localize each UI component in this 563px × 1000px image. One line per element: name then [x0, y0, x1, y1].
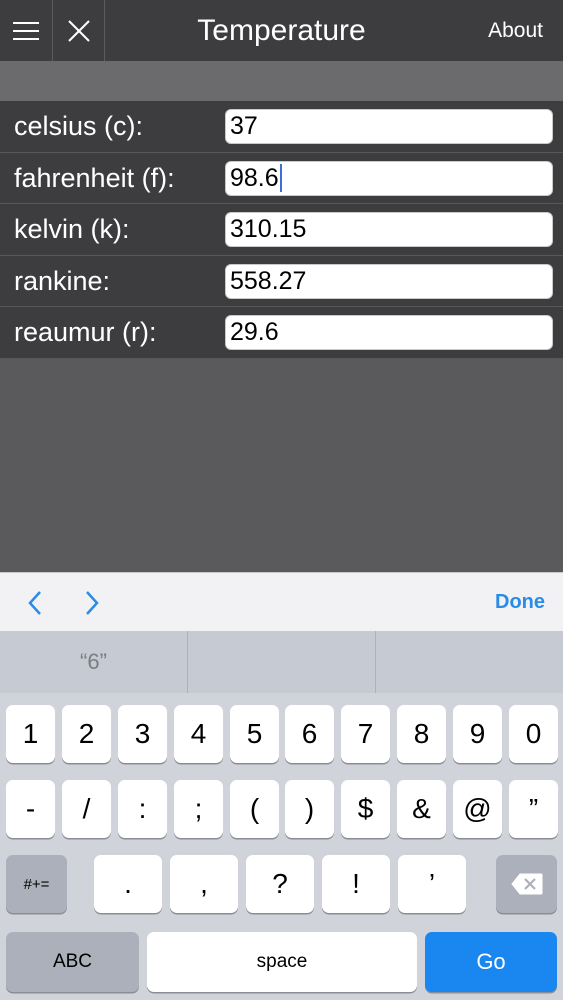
reaumur-input[interactable]: 29.6: [225, 315, 553, 351]
key-colon[interactable]: :: [118, 780, 167, 838]
text-caret: [279, 164, 282, 193]
key-0[interactable]: 0: [509, 705, 558, 763]
numeric-keyboard: 1 2 3 4 5 6 7 8 9 0 - / : ; ( ) $ & @ ” …: [0, 693, 563, 1000]
backspace-key[interactable]: [496, 855, 557, 913]
key-9[interactable]: 9: [453, 705, 502, 763]
chevron-left-icon: [28, 590, 41, 615]
celsius-value: 37: [230, 112, 258, 140]
key-hyphen[interactable]: -: [6, 780, 55, 838]
previous-field-button[interactable]: [15, 573, 55, 632]
key-dollar[interactable]: $: [341, 780, 390, 838]
key-exclamation[interactable]: !: [322, 855, 390, 913]
conversion-list: celsius (c): 37 fahrenheit (f): 98.6 kel…: [0, 101, 563, 359]
key-4[interactable]: 4: [174, 705, 223, 763]
key-ampersand[interactable]: &: [397, 780, 446, 838]
next-field-button[interactable]: [72, 573, 112, 632]
kelvin-input[interactable]: 310.15: [225, 212, 553, 248]
about-button[interactable]: About: [488, 0, 543, 61]
chevron-right-icon: [86, 590, 99, 615]
rankine-input[interactable]: 558.27: [225, 263, 553, 299]
close-x-icon: [67, 19, 90, 42]
row-reaumur: reaumur (r): 29.6: [0, 307, 563, 359]
key-at[interactable]: @: [453, 780, 502, 838]
fahrenheit-value: 98.6: [230, 163, 279, 192]
subheader-bar: [0, 61, 563, 101]
key-comma[interactable]: ,: [170, 855, 238, 913]
menu-button[interactable]: [0, 0, 53, 61]
key-quote[interactable]: ”: [509, 780, 558, 838]
key-1[interactable]: 1: [6, 705, 55, 763]
suggestion-bar: “6”: [0, 631, 563, 693]
key-close-paren[interactable]: ): [285, 780, 334, 838]
key-open-paren[interactable]: (: [230, 780, 279, 838]
suggestion-1[interactable]: “6”: [0, 631, 187, 693]
fahrenheit-label: fahrenheit (f):: [14, 162, 175, 193]
space-key[interactable]: space: [147, 932, 417, 992]
key-8[interactable]: 8: [397, 705, 446, 763]
row-kelvin: kelvin (k): 310.15: [0, 204, 563, 256]
done-button[interactable]: Done: [495, 573, 545, 632]
go-key[interactable]: Go: [425, 932, 557, 992]
key-6[interactable]: 6: [285, 705, 334, 763]
key-2[interactable]: 2: [62, 705, 111, 763]
celsius-input[interactable]: 37: [225, 109, 553, 144]
page-title: Temperature: [197, 13, 366, 47]
abc-key[interactable]: ABC: [6, 932, 139, 992]
key-3[interactable]: 3: [118, 705, 167, 763]
celsius-label: celsius (c):: [14, 111, 144, 141]
fahrenheit-input[interactable]: 98.6: [225, 160, 553, 196]
keyboard-accessory-bar: Done: [0, 572, 563, 631]
rankine-label: rankine:: [14, 265, 111, 296]
reaumur-label: reaumur (r):: [14, 317, 157, 348]
key-slash[interactable]: /: [62, 780, 111, 838]
key-semicolon[interactable]: ;: [174, 780, 223, 838]
navbar: Temperature About: [0, 0, 563, 61]
row-celsius: celsius (c): 37: [0, 101, 563, 153]
row-rankine: rankine: 558.27: [0, 255, 563, 308]
row-fahrenheit: fahrenheit (f): 98.6: [0, 152, 563, 205]
rankine-value: 558.27: [230, 266, 307, 295]
close-button[interactable]: [53, 0, 105, 61]
backspace-icon: [510, 873, 542, 895]
key-period[interactable]: .: [94, 855, 162, 913]
reaumur-value: 29.6: [230, 318, 279, 347]
kelvin-label: kelvin (k):: [14, 214, 130, 245]
key-5[interactable]: 5: [230, 705, 279, 763]
suggestion-2[interactable]: [187, 631, 375, 693]
kelvin-value: 310.15: [230, 215, 307, 244]
suggestion-3[interactable]: [375, 631, 563, 693]
key-apostrophe[interactable]: ’: [398, 855, 466, 913]
hamburger-menu-icon: [13, 21, 39, 40]
symbols-key[interactable]: #+=: [6, 855, 67, 913]
key-question[interactable]: ?: [246, 855, 314, 913]
key-7[interactable]: 7: [341, 705, 390, 763]
